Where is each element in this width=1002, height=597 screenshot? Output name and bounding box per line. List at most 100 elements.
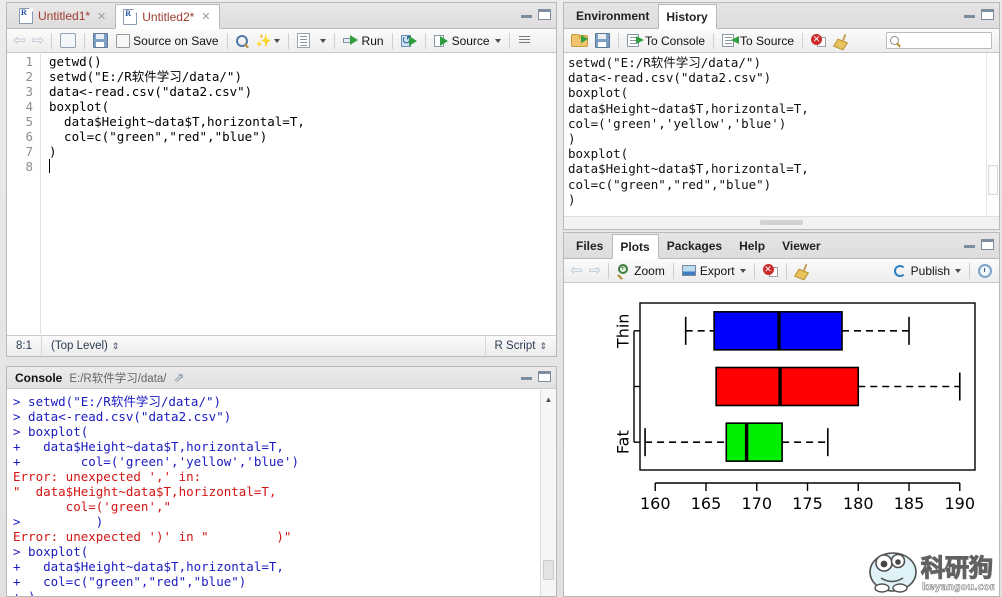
maximize-icon[interactable] [981, 239, 994, 250]
history-entry[interactable]: setwd("E:/R软件学习/data/") [568, 55, 999, 70]
compile-report-menu[interactable] [314, 31, 330, 51]
run-icon [342, 35, 359, 46]
console-scrollbar[interactable]: ▲ [540, 390, 556, 596]
scope-selector[interactable]: (Top Level) ⇕ [42, 336, 485, 356]
console-popout-icon[interactable]: ⇗ [173, 370, 184, 386]
line-number: 2 [25, 69, 33, 84]
previous-plot-icon[interactable]: ⇦ [567, 261, 586, 281]
source-on-save-checkbox[interactable]: Source on Save [112, 31, 222, 51]
plots-toolbar-right-group: Publish [890, 261, 996, 281]
open-file-icon [571, 34, 588, 47]
line-number: 4 [25, 99, 33, 114]
plot-output-area[interactable]: 160 165 170 175 180 185 190 Fat Thin 科研狗 keyan [564, 283, 999, 596]
history-entry[interactable]: ) [568, 192, 999, 207]
remove-entry-button[interactable]: ✕ [807, 31, 830, 51]
source-toolbar: ⇦ ⇨ Source on Save ✨ Run ↺ Source [7, 29, 556, 53]
console-working-directory[interactable]: E:/R软件学习/data/ [69, 370, 166, 386]
console-line: > data<-read.csv("data2.csv") [13, 409, 232, 424]
history-entry[interactable]: data$Height~data$T,horizontal=T, [568, 161, 999, 176]
compile-report-button[interactable] [293, 31, 314, 51]
history-entry[interactable]: col=('green','yellow','blue') [568, 116, 999, 131]
history-entries-list[interactable]: setwd("E:/R软件学习/data/") data<-read.csv("… [564, 53, 999, 217]
history-entry[interactable]: boxplot( [568, 85, 999, 100]
history-vertical-scrollbar[interactable] [986, 53, 999, 217]
tab-packages[interactable]: Packages [659, 233, 731, 258]
tab-environment[interactable]: Environment [568, 3, 658, 28]
maximize-icon[interactable] [538, 371, 551, 382]
history-entry[interactable]: col=c("green","red","blue") [568, 177, 999, 192]
document-outline-button[interactable] [514, 31, 535, 51]
tab-history[interactable]: History [658, 4, 717, 29]
remove-plot-button[interactable]: ✕ [759, 261, 782, 281]
clear-all-button[interactable] [830, 31, 852, 51]
scrollbar-thumb[interactable] [759, 220, 804, 225]
run-button[interactable]: Run [339, 31, 388, 51]
scroll-up-icon[interactable]: ▲ [541, 392, 556, 407]
rerun-previous-icon [400, 33, 417, 47]
tab-viewer[interactable]: Viewer [774, 233, 829, 258]
save-button[interactable] [89, 31, 112, 51]
file-type-selector[interactable]: R Script ⇕ [484, 336, 556, 356]
to-console-label: To Console [645, 33, 706, 48]
publish-button[interactable]: Publish [890, 261, 965, 281]
zoom-icon [617, 263, 631, 280]
code-tools-icon: ✨ [255, 33, 272, 48]
maximize-icon[interactable] [981, 9, 994, 20]
search-input[interactable] [899, 33, 991, 48]
line-number: 5 [25, 114, 33, 129]
console-line: + col=c("green","red","blue") [13, 574, 247, 589]
close-icon[interactable]: ✕ [97, 10, 106, 23]
to-source-button[interactable]: To Source [718, 31, 798, 51]
history-search-box[interactable] [886, 32, 992, 49]
history-horizontal-scrollbar[interactable] [564, 216, 999, 229]
find-replace-button[interactable] [232, 31, 252, 51]
console-output[interactable]: > setwd("E:/R软件学习/data/") > data<-read.c… [7, 390, 556, 596]
history-entry[interactable]: boxplot( [568, 146, 999, 161]
publish-label: Publish [910, 263, 950, 278]
run-label: Run [361, 33, 384, 48]
to-console-button[interactable]: To Console [623, 31, 709, 51]
code-line: ) [49, 144, 57, 159]
tab-plots[interactable]: Plots [612, 234, 659, 259]
code-area[interactable]: getwd() setwd("E:/R软件学习/data/") data<-re… [49, 54, 556, 334]
minimize-icon[interactable] [964, 241, 975, 248]
show-in-new-window-icon[interactable] [56, 31, 80, 51]
scrollbar-thumb[interactable] [543, 560, 554, 580]
tab-files[interactable]: Files [568, 233, 612, 258]
refresh-button[interactable] [974, 261, 996, 281]
toolbar-separator [226, 32, 228, 49]
back-arrow-icon[interactable]: ⇦ [10, 31, 29, 51]
clear-all-plots-button[interactable] [791, 261, 813, 281]
line-number-gutter: 1 2 3 4 5 6 7 8 [7, 54, 41, 334]
compile-report-icon [296, 33, 310, 48]
minimize-icon[interactable] [521, 11, 532, 18]
boxplot-box [644, 422, 829, 462]
history-entry[interactable]: data<-read.csv("data2.csv") [568, 70, 999, 85]
boxplot-chart: 160 165 170 175 180 185 190 Fat Thin [614, 302, 976, 513]
tab-help[interactable]: Help [731, 233, 774, 258]
history-entry[interactable]: data$Height~data$T,horizontal=T, [568, 101, 999, 116]
next-plot-icon[interactable]: ⇨ [586, 261, 605, 281]
editor-tab-untitled1[interactable]: Untitled1* ✕ [11, 3, 115, 28]
close-icon[interactable]: ✕ [201, 10, 210, 23]
minimize-icon[interactable] [964, 11, 975, 18]
code-tools-button[interactable]: ✨ [252, 31, 284, 51]
console-header: Console E:/R软件学习/data/ ⇗ [7, 367, 556, 389]
editor-tab-untitled2[interactable]: Untitled2* ✕ [115, 4, 220, 29]
maximize-icon[interactable] [538, 9, 551, 20]
scrollbar-thumb[interactable] [988, 165, 998, 195]
export-button[interactable]: Export [678, 261, 750, 281]
forward-arrow-icon[interactable]: ⇨ [29, 31, 48, 51]
minimize-icon[interactable] [521, 373, 532, 380]
editor-body[interactable]: 1 2 3 4 5 6 7 8 getwd() setwd("E:/R软件学习/… [7, 54, 556, 334]
document-outline-icon [518, 35, 531, 47]
history-entry[interactable]: ) [568, 131, 999, 146]
zoom-button[interactable]: Zoom [613, 261, 669, 281]
x-tick-label: 180 [843, 494, 874, 513]
rerun-previous-button[interactable] [397, 31, 421, 51]
source-button[interactable]: Source [430, 31, 505, 51]
toolbar-separator [424, 32, 426, 49]
clear-all-icon [833, 33, 849, 50]
save-history-button[interactable] [591, 31, 614, 51]
open-file-button[interactable] [567, 31, 591, 51]
